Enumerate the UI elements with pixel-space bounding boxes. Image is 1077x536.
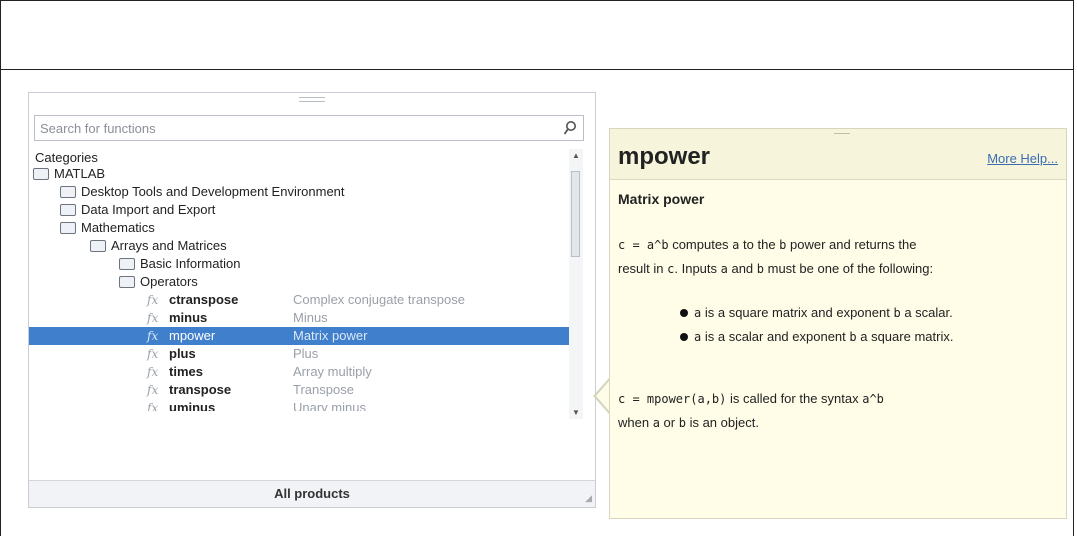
function-icon: fx (147, 329, 159, 343)
bullet-icon (680, 332, 688, 341)
function-row-minus[interactable]: fx minus Minus (29, 309, 569, 327)
help-paragraph-2: c = mpower(a,b) is called for the syntax… (618, 391, 884, 430)
folder-icon (60, 221, 76, 234)
tree-item-matlab[interactable]: MATLAB (33, 165, 105, 183)
help-header: mpower More Help... (610, 129, 1066, 180)
folder-icon (90, 239, 106, 252)
function-row-mpower-selected[interactable]: fx mpower Matrix power (29, 327, 569, 345)
function-row-times[interactable]: fx times Array multiply (29, 363, 569, 381)
scroll-up-icon[interactable]: ▲ (572, 151, 580, 160)
drag-grip[interactable] (299, 97, 325, 102)
help-bullet-1: a is a square matrix and exponent b a sc… (680, 305, 953, 320)
help-title: mpower (618, 143, 711, 170)
help-paragraph-1: c = a^b computes a to the b power and re… (618, 237, 934, 276)
tree-item-arrays-matrices[interactable]: Arrays and Matrices (90, 237, 227, 255)
bullet-icon (680, 308, 688, 317)
scroll-down-icon[interactable]: ▼ (572, 408, 580, 417)
function-row-transpose[interactable]: fx transpose Transpose (29, 381, 569, 399)
tree-item-operators[interactable]: Operators (119, 273, 198, 291)
function-icon: fx (147, 383, 159, 397)
search-input[interactable]: Search for functions (34, 115, 584, 141)
function-row-uminus[interactable]: fx uminus Unary minus (29, 399, 569, 411)
function-icon: fx (147, 365, 159, 379)
scrollbar-thumb[interactable] (571, 171, 580, 257)
help-bullet-2: a is a scalar and exponent b a square ma… (680, 329, 953, 344)
more-help-link[interactable]: More Help... (987, 151, 1058, 166)
resize-handle-icon[interactable]: ◢ (585, 493, 592, 504)
function-icon: fx (147, 347, 159, 361)
tree-item-mathematics[interactable]: Mathematics (60, 219, 155, 237)
search-placeholder: Search for functions (40, 121, 156, 136)
function-help-popup: mpower More Help... Matrix power c = a^b… (609, 128, 1067, 519)
folder-icon (33, 167, 49, 180)
tree-item-data-import[interactable]: Data Import and Export (60, 201, 215, 219)
folder-icon (60, 185, 76, 198)
tree-item-basic-information[interactable]: Basic Information (119, 255, 240, 273)
function-tree: Categories MATLAB Desktop Tools and Deve… (29, 149, 569, 477)
function-icon: fx (147, 311, 159, 325)
all-products-button[interactable]: All products (29, 480, 595, 507)
top-toolbar-area (0, 0, 1074, 70)
tree-item-desktop-tools[interactable]: Desktop Tools and Development Environmen… (60, 183, 345, 201)
function-row-plus[interactable]: fx plus Plus (29, 345, 569, 363)
function-icon: fx (147, 293, 159, 307)
search-icon[interactable] (563, 120, 577, 136)
folder-icon (119, 275, 135, 288)
function-row-ctranspose[interactable]: fx ctranspose Complex conjugate transpose (29, 291, 569, 309)
help-subtitle: Matrix power (618, 191, 705, 207)
popup-pointer-inner (596, 380, 610, 412)
folder-icon (119, 257, 135, 270)
drag-grip[interactable] (834, 133, 850, 134)
tree-scrollbar[interactable]: ▲ ▼ (569, 149, 583, 419)
function-icon: fx (147, 401, 159, 411)
function-browser: Search for functions Categories MATLAB D… (28, 92, 596, 508)
folder-icon (60, 203, 76, 216)
